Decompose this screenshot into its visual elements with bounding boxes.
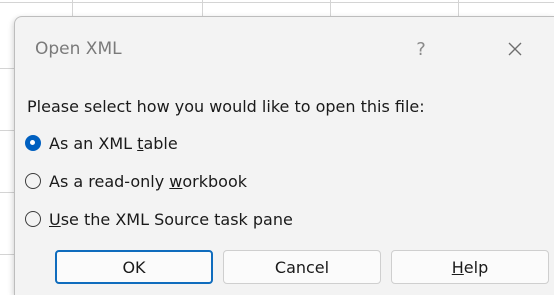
option-xml-source-pane[interactable]: Use the XML Source task pane — [25, 206, 293, 232]
option-read-only-workbook[interactable]: As a read-only workbook — [25, 168, 247, 194]
access-key: w — [169, 171, 183, 191]
dialog-prompt: Please select how you would like to open… — [27, 97, 425, 116]
option-xml-table-label: As an XML table — [49, 134, 178, 153]
question-mark-icon: ? — [416, 38, 426, 60]
radio-xml-source-pane[interactable] — [25, 211, 41, 227]
close-button[interactable] — [493, 33, 537, 65]
option-xml-table[interactable]: As an XML table — [25, 130, 178, 156]
ok-button[interactable]: OK — [55, 250, 213, 284]
dialog-title-bar[interactable]: Open XML ? — [15, 17, 554, 81]
grid-row-line — [0, 2, 554, 3]
label-text: As a read-only — [49, 171, 170, 191]
option-xml-source-pane-label: Use the XML Source task pane — [49, 210, 293, 229]
help-button[interactable]: ? — [399, 33, 443, 65]
access-key: U — [49, 209, 61, 229]
option-read-only-workbook-label: As a read-only workbook — [49, 172, 247, 191]
close-icon — [508, 42, 522, 56]
label-text: As an XML — [49, 133, 138, 153]
label-text: orkbook — [182, 171, 248, 191]
radio-xml-table[interactable] — [25, 135, 41, 151]
open-xml-dialog: Open XML ? Please select how you would l… — [14, 16, 554, 295]
label-text: able — [143, 133, 178, 153]
cancel-button[interactable]: Cancel — [223, 250, 381, 284]
radio-read-only-workbook[interactable] — [25, 173, 41, 189]
label-text: elp — [463, 257, 489, 277]
label-text: se the XML Source task pane — [60, 209, 293, 229]
help-dialog-button[interactable]: Help — [391, 250, 549, 284]
access-key: H — [451, 257, 464, 277]
dialog-title: Open XML — [35, 39, 122, 59]
